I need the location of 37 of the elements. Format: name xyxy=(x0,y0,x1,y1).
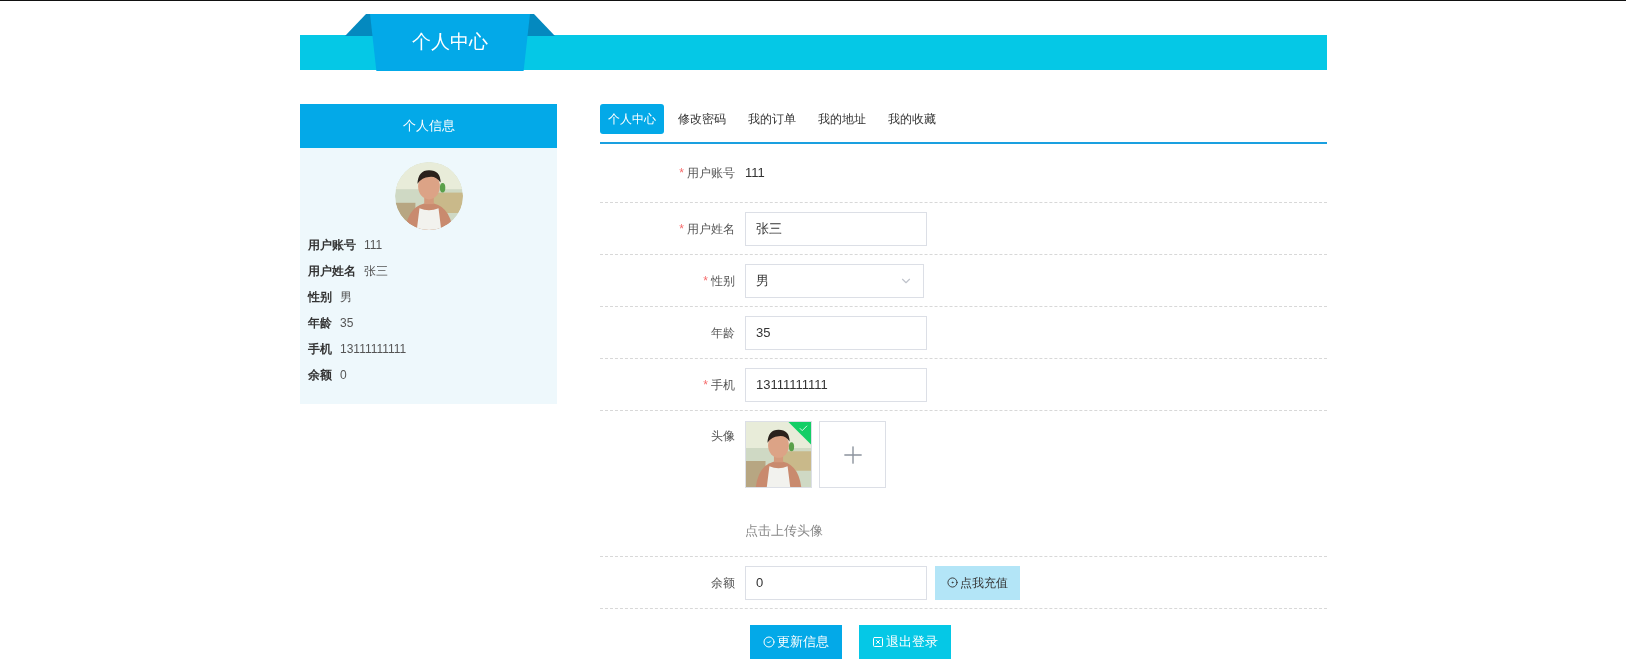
check-circle-icon xyxy=(763,636,775,648)
field-label: 年龄 xyxy=(711,324,735,342)
tab[interactable]: 我的订单 xyxy=(740,103,804,134)
upload-button[interactable] xyxy=(819,421,886,488)
field-label: * 用户姓名 xyxy=(679,220,735,238)
tab[interactable]: 修改密码 xyxy=(670,103,734,134)
field-label: * 性别 xyxy=(703,272,735,290)
field-label: 余额 xyxy=(711,574,735,592)
tab[interactable]: 我的收藏 xyxy=(880,103,944,134)
info-value: 男 xyxy=(340,289,352,306)
info-value: 张三 xyxy=(364,263,388,280)
info-label: 用户姓名 xyxy=(308,263,356,280)
recharge-button[interactable]: 点我充值 xyxy=(935,565,1020,600)
radio-icon xyxy=(947,577,958,588)
field-value: 111 xyxy=(745,164,765,183)
field-label: * 用户账号 xyxy=(679,165,735,182)
info-value: 0 xyxy=(340,367,347,384)
input-field[interactable]: 35 xyxy=(745,315,927,350)
info-label: 用户账号 xyxy=(308,237,356,254)
info-label: 余额 xyxy=(308,367,332,384)
field-label: 头像 xyxy=(711,428,735,445)
header-title: 个人中心 xyxy=(370,14,530,71)
info-label: 手机 xyxy=(308,341,332,358)
info-value: 13111111111 xyxy=(340,341,407,358)
field-label: * 手机 xyxy=(703,376,735,394)
tab[interactable]: 我的地址 xyxy=(810,103,874,134)
upload-hint: 点击上传头像 xyxy=(745,522,824,540)
info-value: 111 xyxy=(364,237,383,254)
select-field[interactable]: 男 xyxy=(745,263,924,298)
info-value: 35 xyxy=(340,315,354,332)
info-label: 性别 xyxy=(308,289,332,306)
square-x-icon xyxy=(872,636,884,648)
input-field[interactable]: 0 xyxy=(745,565,927,600)
input-field[interactable]: 张三 xyxy=(745,211,927,246)
input-field[interactable]: 13111111111 xyxy=(745,367,927,402)
info-label: 年龄 xyxy=(308,315,332,332)
panel-title: 个人信息 xyxy=(300,104,557,148)
